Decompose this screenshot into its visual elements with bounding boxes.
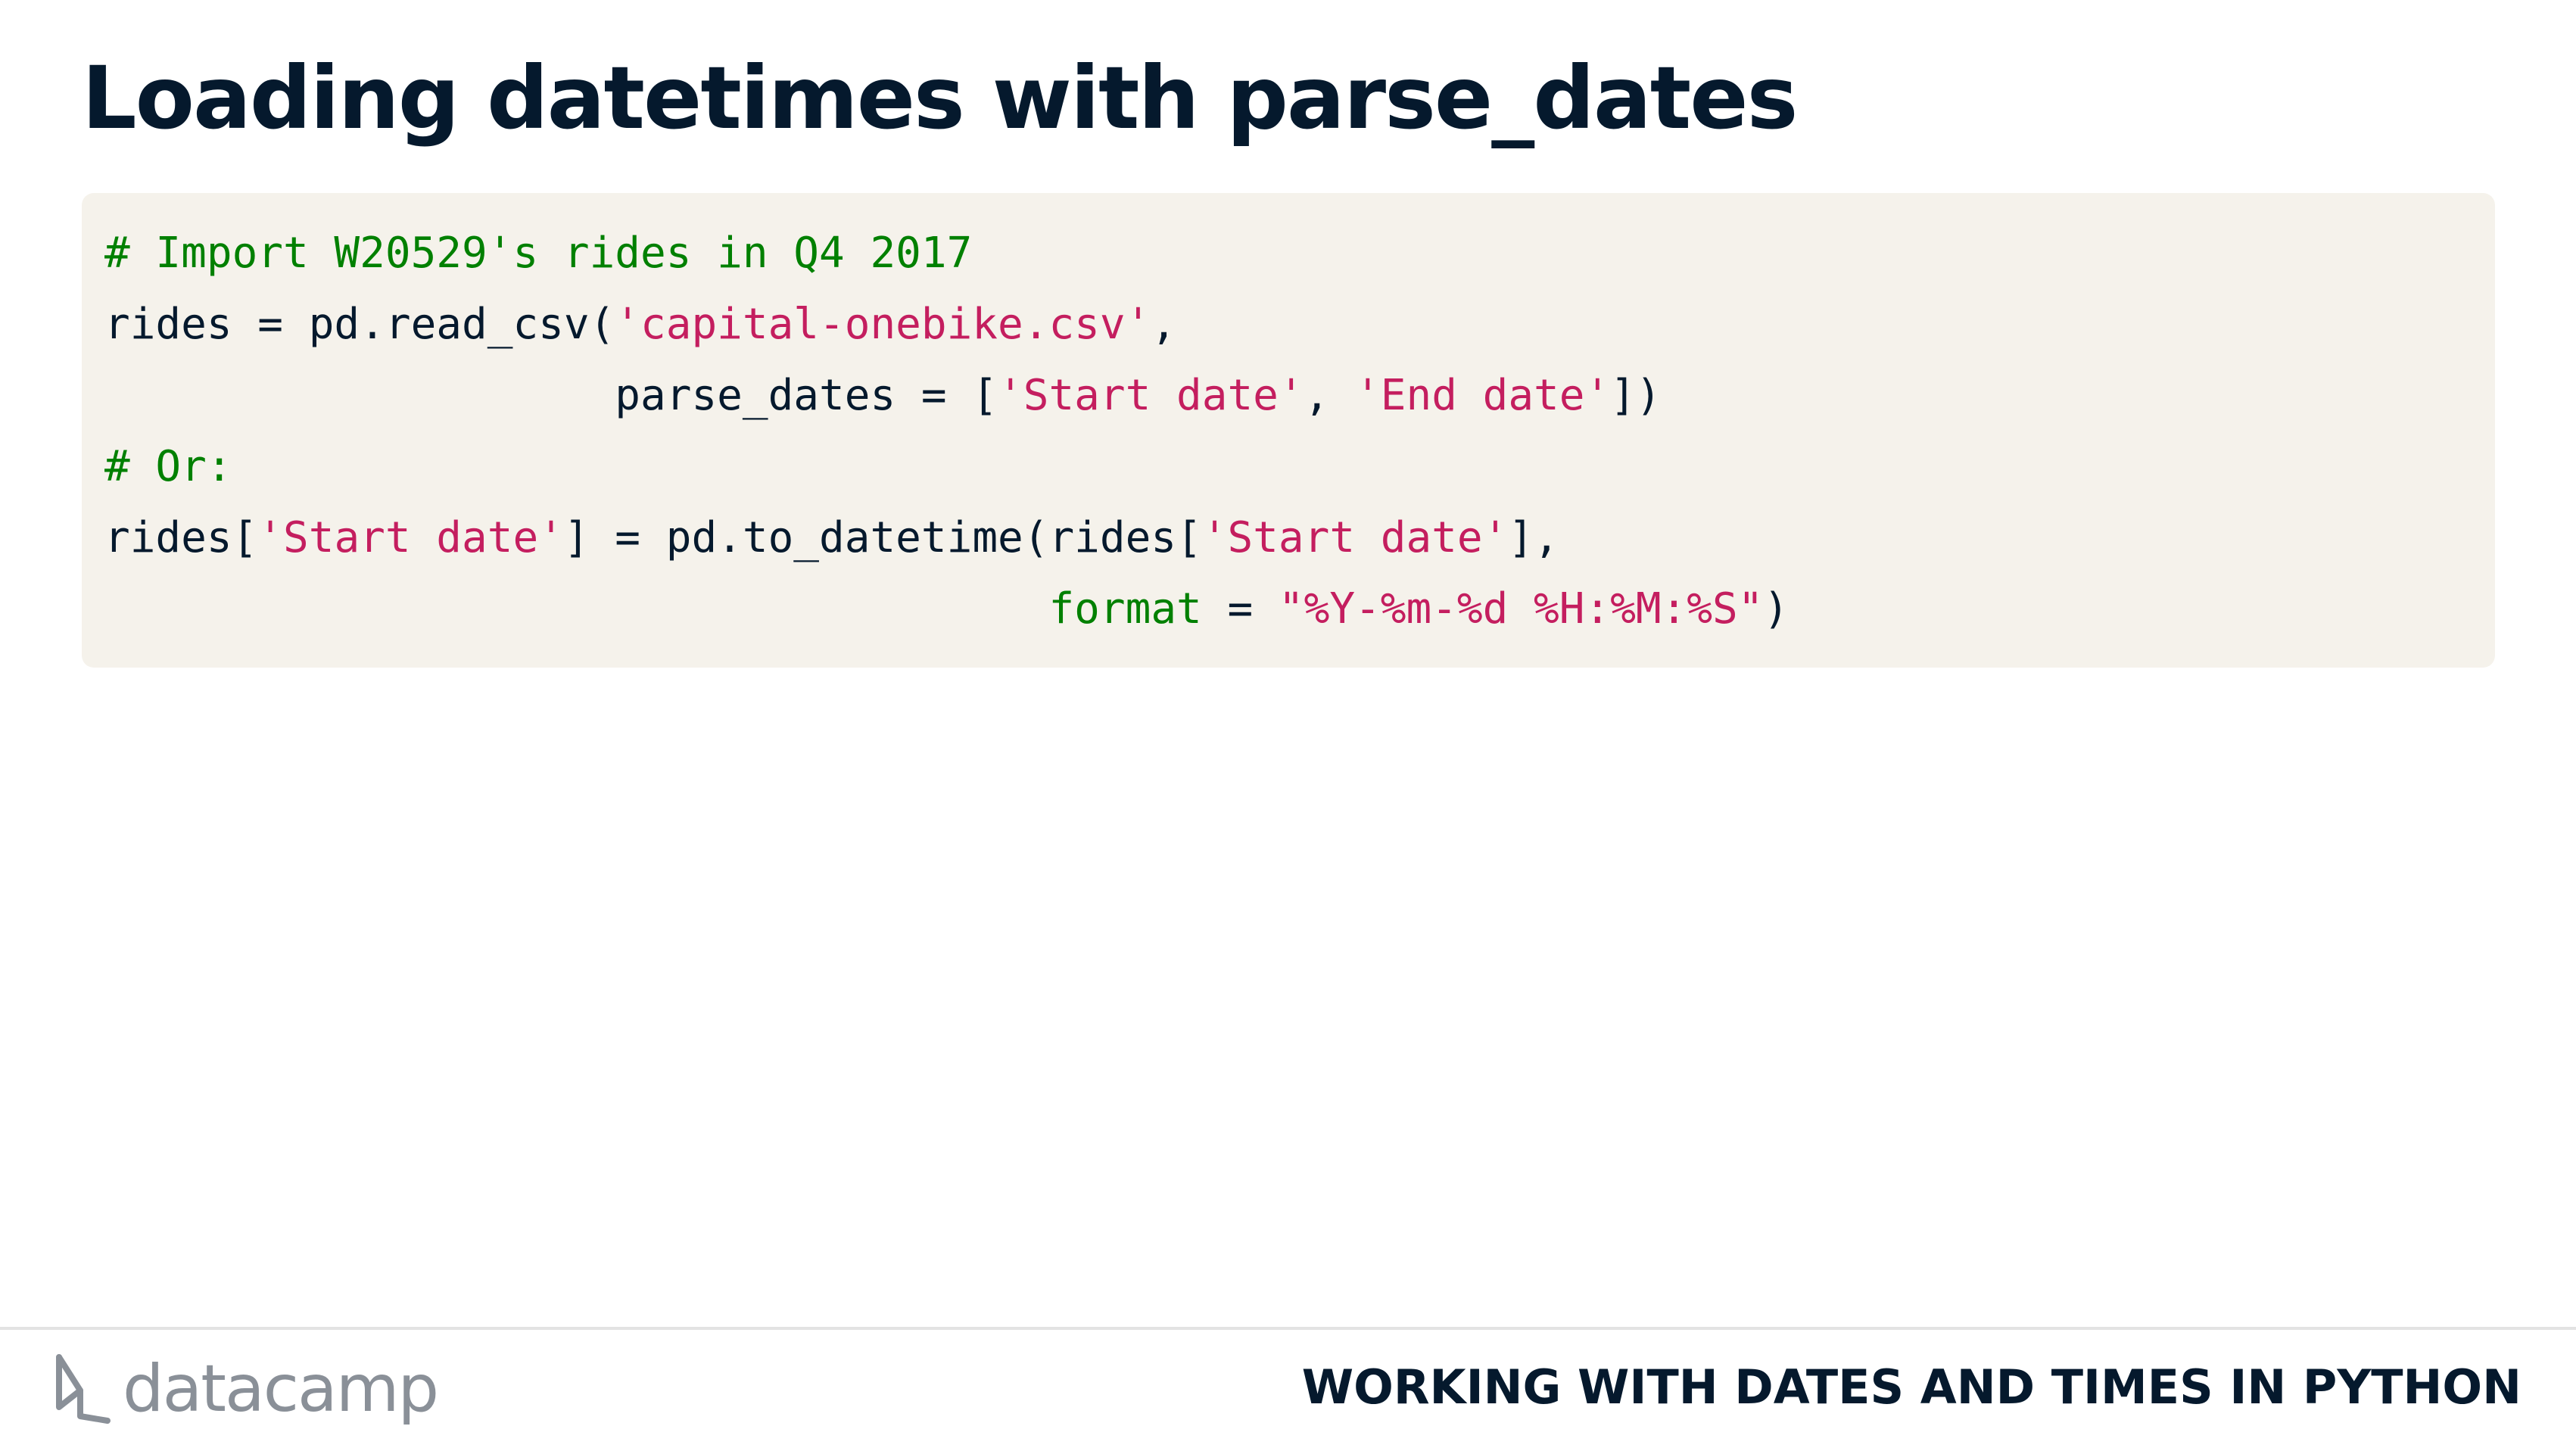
code-text: rides = pd.read_csv( (104, 300, 615, 349)
code-string: 'capital-onebike.csv' (615, 300, 1151, 349)
code-keyword: format (1048, 584, 1202, 634)
slide-title: Loading datetimes with parse_dates (82, 48, 1798, 148)
code-text: ] = pd.to_datetime(rides[ (563, 513, 1202, 562)
code-line-5: rides['Start date'] = pd.to_datetime(rid… (104, 517, 1559, 559)
code-block: # Import W20529's rides in Q4 2017 rides… (82, 193, 2495, 668)
course-name: WORKING WITH DATES AND TIMES IN PYTHON (1301, 1359, 2521, 1415)
code-line-6: format = "%Y-%m-%d %H:%M:%S") (104, 588, 1789, 631)
code-line-2: rides = pd.read_csv('capital-onebike.csv… (104, 304, 1176, 346)
code-line-1: # Import W20529's rides in Q4 2017 (104, 232, 972, 275)
code-text: = (1201, 584, 1279, 634)
code-string: "%Y-%m-%d %H:%M:%S" (1278, 584, 1764, 634)
code-text: rides[ (104, 513, 258, 562)
code-text: ]) (1610, 371, 1662, 420)
code-text: ) (1763, 584, 1789, 634)
code-string: 'Start date' (257, 513, 564, 562)
code-line-3: parse_dates = ['Start date', 'End date']… (104, 375, 1661, 417)
code-line-4: # Or: (104, 446, 232, 488)
code-text: , (1304, 371, 1356, 420)
code-text: ], (1508, 513, 1559, 562)
code-string: 'Start date' (998, 371, 1304, 420)
brand-name: datacamp (123, 1351, 439, 1427)
datacamp-logo-icon (51, 1351, 112, 1427)
footer-divider (0, 1327, 2576, 1330)
code-comment: # Or: (104, 442, 232, 491)
code-text: , (1151, 300, 1177, 349)
code-text: parse_dates = [ (615, 371, 998, 420)
code-string: 'Start date' (1201, 513, 1509, 562)
code-comment: # Import W20529's rides in Q4 2017 (104, 229, 973, 278)
datacamp-logo: datacamp (51, 1347, 439, 1431)
code-string: 'End date' (1355, 371, 1611, 420)
